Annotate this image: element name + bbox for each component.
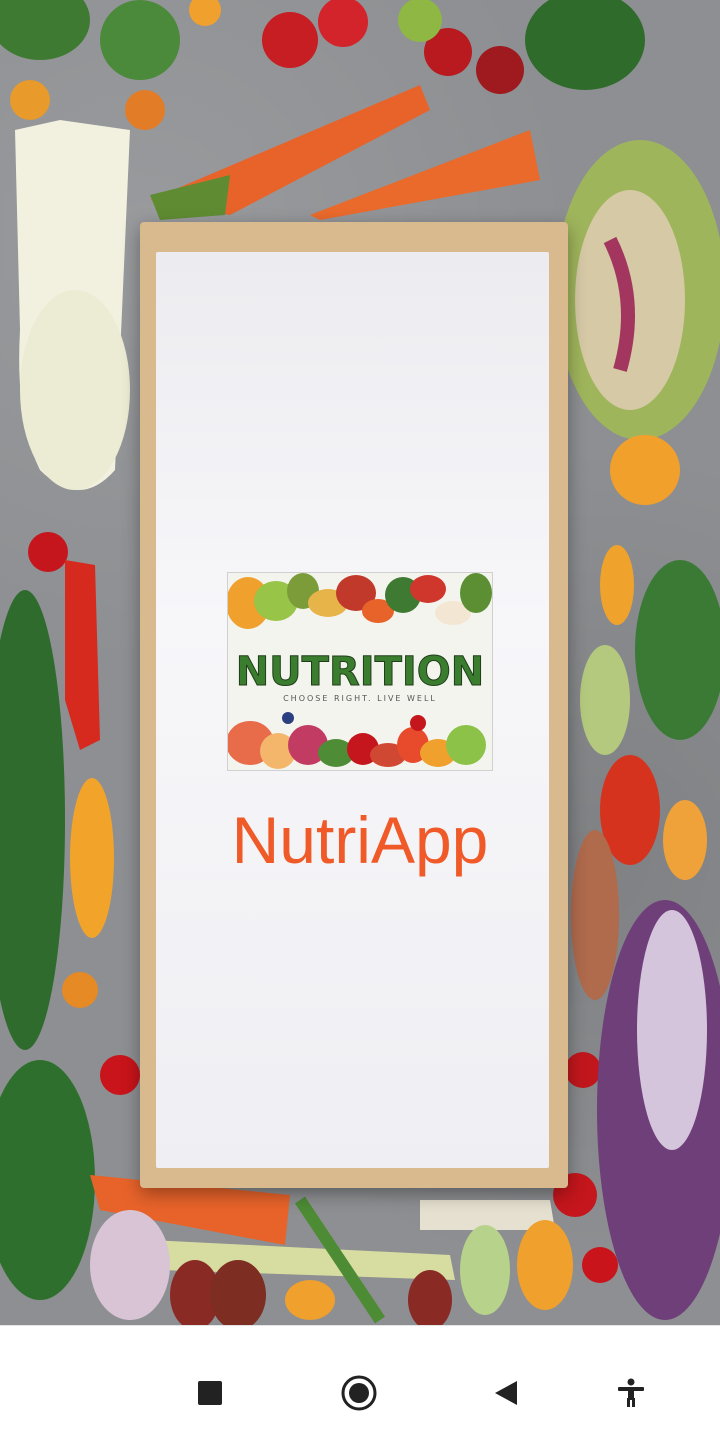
svg-text:CHOOSE RIGHT. LIVE WELL: CHOOSE RIGHT. LIVE WELL [283, 694, 437, 703]
recents-button[interactable] [187, 1370, 233, 1416]
nutrition-logo-image: NUTRITION CHOOSE RIGHT. LIVE WELL [227, 572, 493, 771]
home-button[interactable] [336, 1370, 382, 1416]
back-button[interactable] [483, 1370, 529, 1416]
app-name: NutriApp [231, 803, 489, 877]
accessibility-icon [618, 1378, 644, 1407]
accessibility-button[interactable] [608, 1370, 654, 1416]
back-triangle-icon [495, 1381, 517, 1405]
splash-screen: NUTRITION CHOOSE RIGHT. LIVE WELL NutriA… [0, 0, 720, 1325]
recents-square-icon [198, 1381, 222, 1405]
svg-text:NUTRITION: NUTRITION [236, 649, 485, 695]
home-circle-icon [341, 1375, 377, 1411]
